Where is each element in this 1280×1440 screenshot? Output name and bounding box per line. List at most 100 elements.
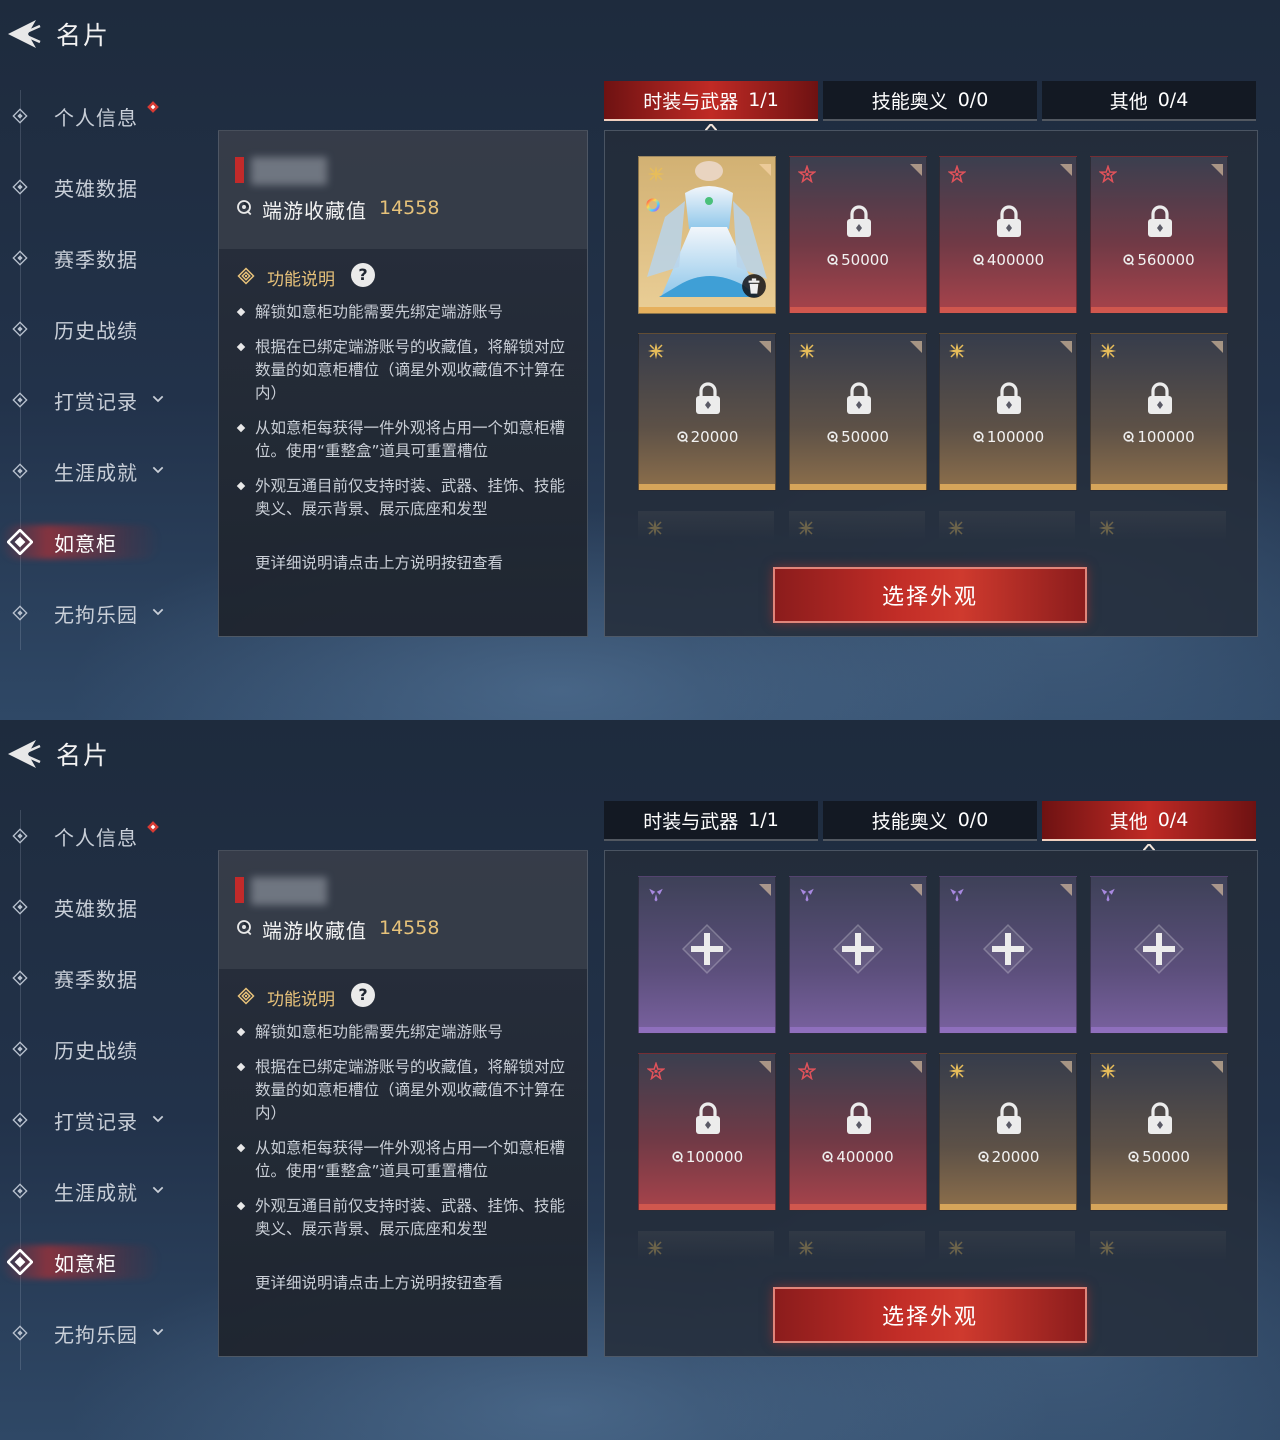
lock-icon xyxy=(691,380,725,416)
tab-1[interactable]: 时装与武器 1/1 xyxy=(604,801,818,841)
rarity-icon xyxy=(948,1062,966,1080)
sidebar-item-2[interactable]: 英雄数据 xyxy=(0,882,200,932)
rarity-icon xyxy=(947,1239,965,1257)
sidebar-item-4[interactable]: 历史战绩 xyxy=(0,1024,200,1074)
chevron-down-icon xyxy=(150,604,166,620)
unlock-cost: 100000 xyxy=(639,1148,775,1166)
sidebar-item-3[interactable]: 赛季数据 xyxy=(0,233,200,283)
corner-icon xyxy=(1210,338,1223,353)
slot-card[interactable]: 20000 xyxy=(638,333,776,491)
bullet-icon xyxy=(236,1062,246,1072)
slot-card-partial xyxy=(788,1231,925,1261)
collection-label: 端游收藏值 xyxy=(262,919,367,943)
slot-card[interactable] xyxy=(939,876,1077,1034)
accent-bar xyxy=(235,877,244,903)
accent-bar xyxy=(235,157,244,183)
slot-base xyxy=(940,1027,1076,1033)
corner-icon xyxy=(1060,161,1072,176)
tab-count: 0/4 xyxy=(1157,89,1189,111)
back-arrow-icon[interactable] xyxy=(2,16,42,52)
slot-card[interactable]: 100000 xyxy=(939,333,1077,491)
slot-base xyxy=(940,1204,1076,1210)
slot-card[interactable]: 400000 xyxy=(939,156,1077,314)
plus-icon[interactable] xyxy=(830,921,886,977)
trash-icon[interactable] xyxy=(741,273,767,299)
tab-1[interactable]: 时装与武器 1/1 xyxy=(604,81,818,132)
rule-item: 从如意柜每获得一件外观将占用一个如意柜槽位。使用“重整盒”道具可重置槽位 xyxy=(236,1137,572,1183)
collection-value: 14558 xyxy=(379,197,440,219)
slot-card[interactable] xyxy=(1089,876,1228,1034)
sidebar-item-7[interactable]: 如意柜 xyxy=(0,517,200,567)
collection-icon xyxy=(977,1149,990,1163)
slot-card[interactable]: 20000 xyxy=(939,1053,1077,1211)
info-header xyxy=(219,851,587,969)
slot-card-partial xyxy=(939,1231,1075,1261)
sidebar-item-8[interactable]: 无拘乐园 xyxy=(0,588,200,638)
more-info-note: 更详细说明请点击上方说明按钮查看 xyxy=(255,554,504,572)
sidebar-item-8[interactable]: 无拘乐园 xyxy=(0,1308,200,1358)
help-button[interactable]: ? xyxy=(351,263,375,287)
slot-card[interactable]: 400000 xyxy=(788,1053,927,1211)
slot-card[interactable] xyxy=(638,876,776,1034)
sidebar-item-5[interactable]: 打赏记录 xyxy=(0,1095,200,1145)
lock-icon xyxy=(992,1100,1026,1136)
slot-card[interactable] xyxy=(788,876,927,1034)
rule-text: 根据在已绑定端游账号的收藏值，将解锁对应数量的如意柜槽位（谪星外观收藏值不计算在… xyxy=(255,1058,566,1122)
sidebar-item-6[interactable]: 生涯成就 xyxy=(0,1166,200,1216)
sidebar-item-3[interactable]: 赛季数据 xyxy=(0,953,200,1003)
tab-2[interactable]: 技能奥义 0/0 xyxy=(823,81,1037,121)
slot-card[interactable]: 50000 xyxy=(1089,1053,1228,1211)
sidebar-item-7[interactable]: 如意柜 xyxy=(0,1237,200,1287)
plus-icon[interactable] xyxy=(1131,921,1187,977)
rule-text: 从如意柜每获得一件外观将占用一个如意柜槽位。使用“重整盒”道具可重置槽位 xyxy=(255,419,566,460)
help-button[interactable]: ? xyxy=(351,983,375,1007)
rule-item: 外观互通目前仅支持时装、武器、挂饰、技能奥义、展示背景、展示底座和发型 xyxy=(236,475,572,521)
bullet-icon xyxy=(236,423,246,433)
slot-card-partial xyxy=(1089,511,1226,541)
bullet-icon xyxy=(236,1201,246,1211)
rule-text: 从如意柜每获得一件外观将占用一个如意柜槽位。使用“重整盒”道具可重置槽位 xyxy=(255,1139,566,1180)
lock-icon xyxy=(842,380,876,416)
chevron-down-icon xyxy=(150,391,166,407)
tab-count: 1/1 xyxy=(748,809,779,831)
sidebar-item-1[interactable]: 个人信息 xyxy=(0,811,200,861)
tab-name: 技能奥义 xyxy=(871,810,948,833)
rule-text: 根据在已绑定端游账号的收藏值，将解锁对应数量的如意柜槽位（谪星外观收藏值不计算在… xyxy=(255,338,566,402)
plus-icon[interactable] xyxy=(679,921,735,977)
slot-base xyxy=(639,484,775,490)
tab-3[interactable]: 其他 0/4 xyxy=(1042,801,1256,852)
sidebar-item-5[interactable]: 打赏记录 xyxy=(0,375,200,425)
unlock-cost-value: 560000 xyxy=(1137,251,1195,269)
sidebar-item-4[interactable]: 历史战绩 xyxy=(0,304,200,354)
slot-card[interactable]: 100000 xyxy=(1089,333,1228,491)
sidebar-item-1[interactable]: 个人信息 xyxy=(0,91,200,141)
slot-card[interactable]: 100000 xyxy=(638,1053,776,1211)
slot-card[interactable] xyxy=(638,156,776,314)
slot-base xyxy=(639,1204,775,1210)
plus-icon[interactable] xyxy=(980,921,1036,977)
header: 名片 xyxy=(0,14,110,54)
back-arrow-icon[interactable] xyxy=(2,736,42,772)
select-appearance-button[interactable]: 选择外观 xyxy=(773,1287,1087,1343)
slot-card[interactable]: 50000 xyxy=(788,156,927,314)
sidebar-item-label: 生涯成就 xyxy=(54,1180,138,1205)
diamond-icon xyxy=(12,321,28,337)
tab-name: 其他 xyxy=(1109,810,1148,833)
blurred-player-name xyxy=(251,157,327,185)
sidebar-item-label: 个人信息 xyxy=(54,105,138,130)
sidebar-item-6[interactable]: 生涯成就 xyxy=(0,446,200,496)
slot-card-partial xyxy=(638,1231,774,1261)
slot-card[interactable]: 50000 xyxy=(788,333,927,491)
rarity-icon xyxy=(1099,1062,1117,1080)
rarity-icon xyxy=(796,1061,817,1081)
rarity-icon xyxy=(1099,342,1117,360)
sidebar-item-label: 历史战绩 xyxy=(54,318,138,343)
rule-item: 根据在已绑定端游账号的收藏值，将解锁对应数量的如意柜槽位（谪星外观收藏值不计算在… xyxy=(236,336,572,405)
slot-card[interactable]: 560000 xyxy=(1089,156,1228,314)
tab-3[interactable]: 其他 0/4 xyxy=(1042,81,1256,121)
sidebar-item-2[interactable]: 英雄数据 xyxy=(0,162,200,212)
tab-2[interactable]: 技能奥义 0/0 xyxy=(823,801,1037,841)
select-appearance-button[interactable]: 选择外观 xyxy=(773,567,1087,623)
unlock-cost: 20000 xyxy=(940,1148,1076,1166)
rule-item: 根据在已绑定端游账号的收藏值，将解锁对应数量的如意柜槽位（谪星外观收藏值不计算在… xyxy=(236,1056,572,1125)
